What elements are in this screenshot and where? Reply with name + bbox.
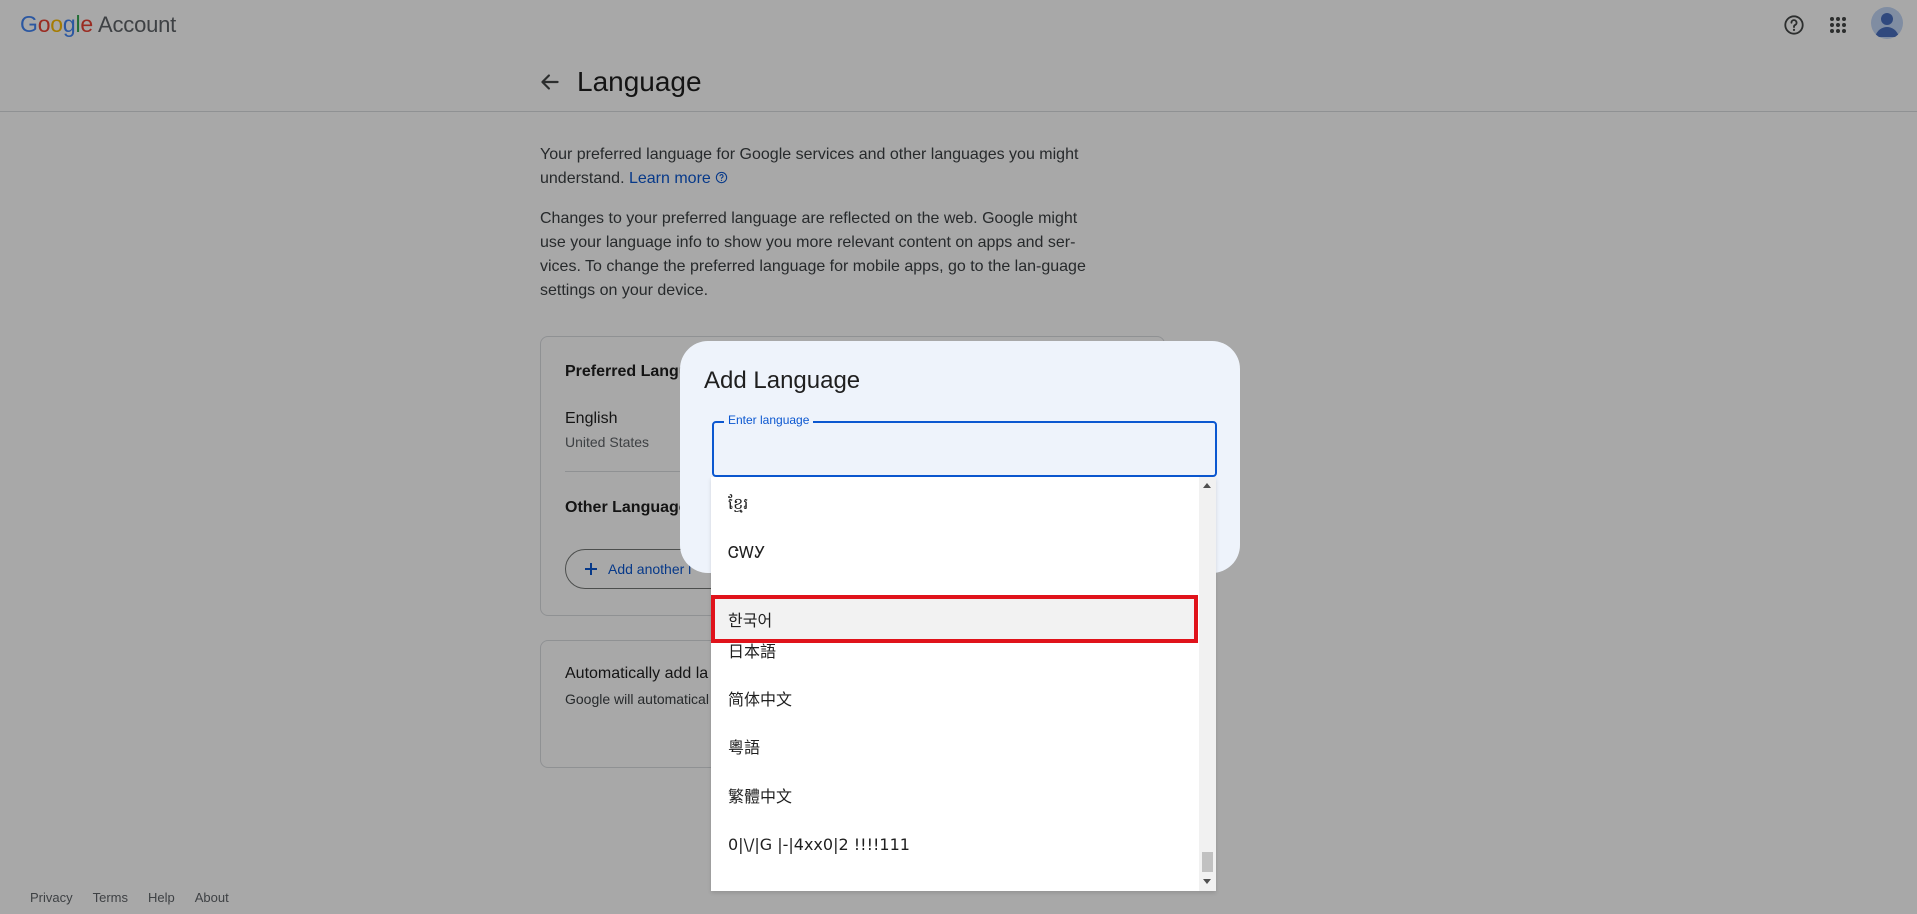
language-input[interactable]	[728, 441, 1198, 461]
language-option[interactable]: 粵語	[711, 722, 1198, 770]
language-option[interactable]: ᏣᎳᎩ	[711, 529, 1198, 577]
language-option[interactable]: 日本語	[711, 626, 1198, 674]
scrollbar-thumb[interactable]	[1202, 852, 1213, 872]
language-field[interactable]: Enter language	[712, 413, 1217, 477]
language-field-label: Enter language	[724, 413, 814, 427]
list-scrollbar[interactable]	[1199, 477, 1216, 891]
language-option[interactable]: 繁體中文	[711, 771, 1198, 819]
dialog-title: Add Language	[704, 367, 861, 394]
language-option[interactable]: 简体中文	[711, 674, 1198, 722]
scroll-down-arrow-icon[interactable]	[1203, 879, 1211, 884]
scroll-up-arrow-icon[interactable]	[1203, 483, 1211, 488]
language-option[interactable]: ខ្មែរ	[711, 481, 1198, 529]
language-option[interactable]: 0|\/|G |-|4xx0|2 !!!!111	[711, 820, 1198, 868]
language-options-list[interactable]: ꦗꦮ ខ្មែរ ᏣᎳᎩ 한국어 日本語 简体中文 粵語 繁體中文 0|\/|G…	[711, 477, 1216, 891]
